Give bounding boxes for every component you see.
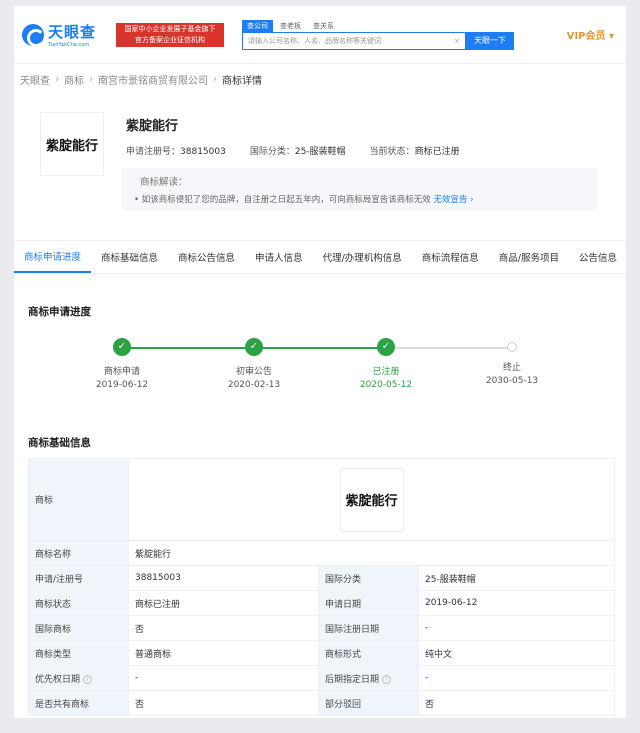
step-application: ✓ 商标申请 2019-06-12 [72,335,172,390]
search-tab-company[interactable]: 查公司 [242,19,273,32]
search-box: 查公司 查老板 查关系 请输入公司名称、人名、品牌名称等关键词 × 天眼一下 [242,19,514,50]
site-logo[interactable]: 天眼查 TianYanCha.com [22,21,112,48]
chevron-right-icon: › [213,73,217,85]
step-prelim-notice: ✓ 初审公告 2020-02-13 [204,335,304,390]
table-row: 国际商标否 国际注册日期 - [28,615,616,641]
clear-icon[interactable]: × [454,37,460,45]
trademark-logo: 紫腚能行 [339,467,404,532]
progress-timeline: ✓ 商标申请 2019-06-12 ✓ 初审公告 2020-02-13 ✓ 已注… [14,335,626,435]
chevron-right-icon: › [55,73,59,85]
logo-domain: TianYanCha.com [48,42,90,48]
help-icon[interactable]: ? [382,674,392,684]
table-row: 申请/注册号 38815003 国际分类 25-服装鞋帽 [28,565,616,591]
tab-progress[interactable]: 商标申请进度 [14,241,92,273]
step-terminate: 终止 2030-05-13 [462,335,562,386]
trademark-summary: 紫腚能行 紫腚能行 申请注册号：38815003 国际分类：25-服装鞋帽 当前… [14,94,626,224]
page-frame: 天眼查 TianYanCha.com 国家中小企业发展子基金旗下 官方备案企业征… [14,6,626,718]
intl-class: 25-服装鞋帽 [294,147,346,157]
step-registered: ✓ 已注册 2020-05-12 [336,335,436,390]
table-row: 优先权日期? - 后期指定日期? - [28,665,616,691]
tab-notices[interactable]: 公告信息 [569,241,626,273]
breadcrumb-current: 商标详情 [222,75,262,87]
pending-circle-icon [507,342,517,352]
logo-text: 天眼查 [48,23,97,41]
notice-title: 商标解读： [140,177,188,188]
tab-goods-services[interactable]: 商品/服务项目 [489,241,569,273]
table-row: 商标状态 商标已注册 申请日期 2019-06-12 [28,590,616,616]
current-status: 商标已注册 [414,147,460,157]
notice-text: • 如该商标侵犯了您的品牌，自注册之日起五年内，可向商标局宣告该商标无效 [134,195,431,205]
tab-applicant[interactable]: 申请人信息 [245,241,313,273]
breadcrumb-home[interactable]: 天眼查 [20,72,50,87]
basic-info-table: 商标 紫腚能行 商标名称 紫腚能行 申请/注册号 38815003 国际分类 25-… [28,458,616,716]
search-tab-boss[interactable]: 查老板 [275,20,306,32]
official-banner: 国家中小企业发展子基金旗下 官方备案企业征信机构 [116,22,224,47]
chevron-right-icon: › [89,73,93,85]
progress-section-title: 商标申请进度 [28,306,91,318]
search-tabs: 查公司 查老板 查关系 [242,19,514,32]
breadcrumb: 天眼查 › 商标 › 南宫市景铭商贸有限公司 › 商标详情 [14,64,626,94]
tab-basic-info[interactable]: 商标基础信息 [91,241,168,273]
check-icon: ✓ [377,338,395,356]
trademark-image: 紫腚能行 [40,112,104,176]
search-input[interactable]: 请输入公司名称、人名、品牌名称等关键词 × [242,31,466,50]
tab-flow[interactable]: 商标流程信息 [412,241,489,273]
trademark-title: 紫腚能行 [126,119,179,134]
table-row: 商标名称 紫腚能行 [28,540,616,566]
tab-agency[interactable]: 代理/办理机构信息 [313,241,412,273]
tab-announcement[interactable]: 商标公告信息 [168,241,245,273]
breadcrumb-trademark[interactable]: 商标 [64,72,84,87]
check-icon: ✓ [113,338,131,356]
vip-member-link[interactable]: VIP会员 ▾ [567,27,614,42]
table-row: 商标 紫腚能行 [28,458,616,541]
breadcrumb-company[interactable]: 南宫市景铭商贸有限公司 [98,72,208,87]
eye-logo-icon [22,23,45,47]
basic-section-title: 商标基础信息 [28,437,91,449]
table-row: 商标类型 普通商标 商标形式 纯中文 [28,640,616,666]
table-row: 是否共有商标否 部分驳回否 [28,690,616,716]
detail-tabs: 商标申请进度 商标基础信息 商标公告信息 申请人信息 代理/办理机构信息 商标流… [14,240,626,274]
search-placeholder: 请输入公司名称、人名、品牌名称等关键词 [248,36,381,45]
help-icon[interactable]: ? [83,674,93,684]
top-header: 天眼查 TianYanCha.com 国家中小企业发展子基金旗下 官方备案企业征… [14,6,626,64]
check-icon: ✓ [245,338,263,356]
search-button[interactable]: 天眼一下 [466,31,514,50]
trademark-notice: 商标解读： • 如该商标侵犯了您的品牌，自注册之日起五年内，可向商标局宣告该商标… [122,168,597,211]
reg-number: 38815003 [180,147,226,157]
search-tab-relation[interactable]: 查关系 [308,20,339,32]
invalidation-link[interactable]: 无效宣告 › [433,195,473,205]
trademark-meta: 申请注册号：38815003 国际分类：25-服装鞋帽 当前状态：商标已注册 [126,147,460,157]
